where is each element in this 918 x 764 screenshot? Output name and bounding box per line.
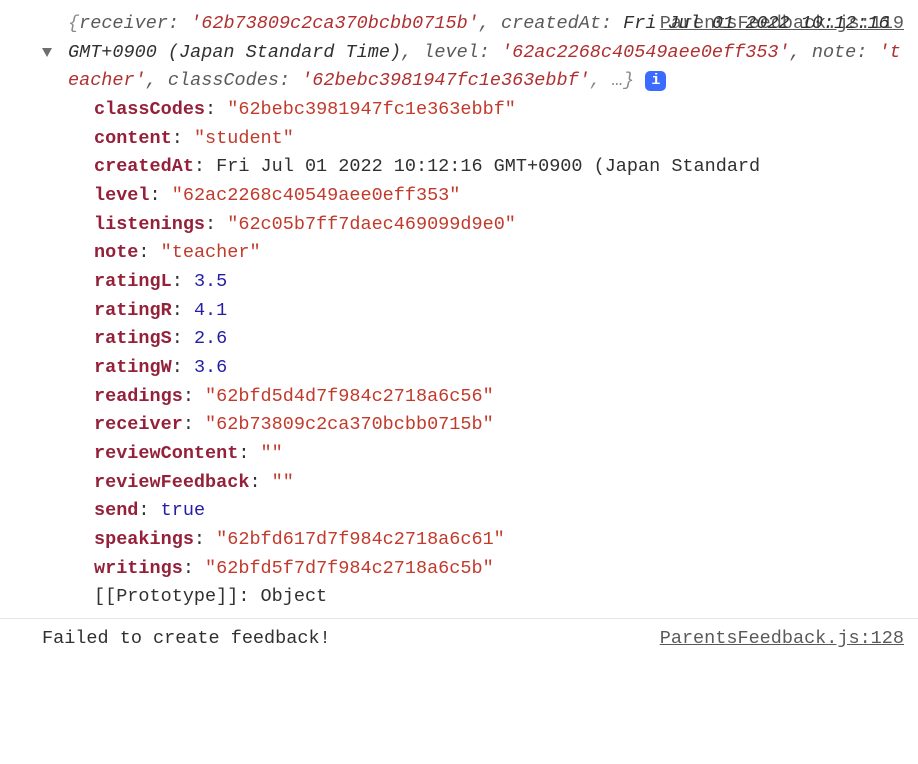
prop-value: "62ac2268c40549aee0eff353" <box>172 185 461 206</box>
prop-key: classCodes <box>94 99 205 120</box>
prop-key: reviewContent <box>94 443 238 464</box>
prop-writings[interactable]: writings: "62bfd5f7d7f984c2718a6c5b" <box>94 555 906 584</box>
prop-value: true <box>161 500 205 521</box>
prop-value: Fri Jul 01 2022 10:12:16 GMT+0900 (Japan… <box>216 156 760 177</box>
prop-createdAt[interactable]: createdAt: Fri Jul 01 2022 10:12:16 GMT+… <box>94 153 906 182</box>
prop-value: "62b73809c2ca370bcbb0715b" <box>205 414 494 435</box>
disclosure-triangle-down-icon[interactable] <box>42 48 52 57</box>
prop-value: "62bfd617d7f984c2718a6c61" <box>216 529 505 550</box>
source-link[interactable]: ParentsFeedback.js:128 <box>660 625 904 654</box>
prop-value: "62c05b7ff7daec469099d9e0" <box>227 214 516 235</box>
prop-value: "" <box>261 443 283 464</box>
prop-value: Object <box>261 586 328 607</box>
prop-value: "student" <box>194 128 294 149</box>
console-output: ParentsFeedback.js:119 {receiver: '62b73… <box>0 0 918 662</box>
prop-key: createdAt <box>94 156 194 177</box>
prop-value: 3.6 <box>194 357 227 378</box>
prop-value: 3.5 <box>194 271 227 292</box>
prop-key: send <box>94 500 138 521</box>
prop-key: listenings <box>94 214 205 235</box>
summary-key-level: , level: <box>401 42 501 63</box>
prop-ratingR[interactable]: ratingR: 4.1 <box>94 297 906 326</box>
prop-value: "62bfd5d4d7f984c2718a6c56" <box>205 386 494 407</box>
prop-ratingL[interactable]: ratingL: 3.5 <box>94 268 906 297</box>
prop-send[interactable]: send: true <box>94 497 906 526</box>
brace-open: { <box>68 13 79 34</box>
summary-key-note: , note: <box>790 42 879 63</box>
console-log-error: Failed to create feedback! ParentsFeedba… <box>0 619 918 662</box>
prop-key: note <box>94 242 138 263</box>
prop-speakings[interactable]: speakings: "62bfd617d7f984c2718a6c61" <box>94 526 906 555</box>
summary-key-receiver: receiver: <box>79 13 190 34</box>
info-icon[interactable]: i <box>645 71 666 91</box>
prop-prototype[interactable]: [[Prototype]]: Object <box>94 583 906 612</box>
prop-key: ratingR <box>94 300 172 321</box>
object-properties: classCodes: "62bebc3981947fc1e363ebbf" c… <box>12 96 906 612</box>
error-message: Failed to create feedback! <box>42 628 331 649</box>
prop-key: writings <box>94 558 183 579</box>
prop-key: speakings <box>94 529 194 550</box>
prop-reviewFeedback[interactable]: reviewFeedback: "" <box>94 469 906 498</box>
prop-value: "62bebc3981947fc1e363ebbf" <box>227 99 516 120</box>
prop-value: "62bfd5f7d7f984c2718a6c5b" <box>205 558 494 579</box>
prop-listenings[interactable]: listenings: "62c05b7ff7daec469099d9e0" <box>94 211 906 240</box>
prop-value: "teacher" <box>161 242 261 263</box>
summary-val-level: '62ac2268c40549aee0eff353' <box>501 42 790 63</box>
prop-key: ratingS <box>94 328 172 349</box>
prop-key: level <box>94 185 150 206</box>
prop-key: [[Prototype]] <box>94 586 238 607</box>
summary-key-classCodes: , classCodes: <box>146 70 301 91</box>
console-log-object: ParentsFeedback.js:119 {receiver: '62b73… <box>0 8 918 619</box>
prop-key: readings <box>94 386 183 407</box>
prop-value: 4.1 <box>194 300 227 321</box>
prop-readings[interactable]: readings: "62bfd5d4d7f984c2718a6c56" <box>94 383 906 412</box>
prop-level[interactable]: level: "62ac2268c40549aee0eff353" <box>94 182 906 211</box>
prop-content[interactable]: content: "student" <box>94 125 906 154</box>
prop-key: content <box>94 128 172 149</box>
prop-key: ratingW <box>94 357 172 378</box>
prop-key: ratingL <box>94 271 172 292</box>
prop-value: "" <box>272 472 294 493</box>
prop-key: receiver <box>94 414 183 435</box>
prop-value: 2.6 <box>194 328 227 349</box>
prop-ratingS[interactable]: ratingS: 2.6 <box>94 325 906 354</box>
prop-receiver[interactable]: receiver: "62b73809c2ca370bcbb0715b" <box>94 411 906 440</box>
prop-ratingW[interactable]: ratingW: 3.6 <box>94 354 906 383</box>
summary-val-receiver: '62b73809c2ca370bcbb0715b' <box>190 13 479 34</box>
summary-val-classCodes: '62bebc3981947fc1e363ebbf' <box>301 70 590 91</box>
object-summary[interactable]: {receiver: '62b73809c2ca370bcbb0715b', c… <box>12 10 906 96</box>
prop-reviewContent[interactable]: reviewContent: "" <box>94 440 906 469</box>
summary-key-createdAt: , createdAt: <box>479 13 623 34</box>
prop-note[interactable]: note: "teacher" <box>94 239 906 268</box>
prop-key: reviewFeedback <box>94 472 249 493</box>
prop-classCodes[interactable]: classCodes: "62bebc3981947fc1e363ebbf" <box>94 96 906 125</box>
summary-trail: , …} <box>590 70 634 91</box>
